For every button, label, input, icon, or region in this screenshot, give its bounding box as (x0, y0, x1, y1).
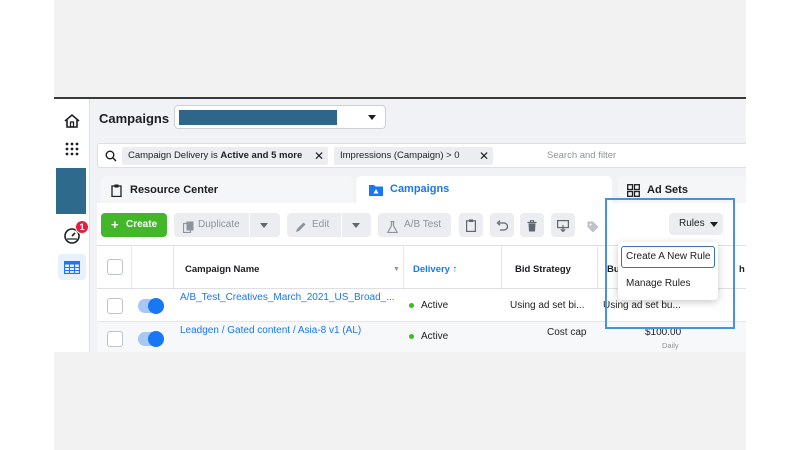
chevron-down-icon[interactable] (352, 223, 360, 228)
trash-icon (527, 218, 537, 242)
tag-button[interactable] (581, 213, 605, 237)
budget-period: Daily (662, 341, 679, 350)
grid-menu-icon[interactable] (54, 133, 90, 165)
plus-icon: + (111, 217, 119, 232)
duplicate-icon (182, 219, 194, 243)
tab-label: Ad Sets (647, 184, 688, 196)
tab-label: Campaigns (390, 183, 450, 195)
filter-chip-text: Campaign Delivery is (128, 150, 221, 161)
chevron-down-icon[interactable] (260, 223, 268, 228)
campaign-toggle[interactable] (138, 298, 164, 314)
column-delivery[interactable]: Delivery ↑ (413, 264, 457, 275)
search-filter-bar[interactable]: Campaign Delivery is Active and 5 more ✕… (97, 143, 746, 168)
campaign-toggle[interactable] (138, 331, 164, 347)
highlight-annotation (605, 198, 735, 329)
export-icon (557, 218, 570, 242)
search-input[interactable]: Search and filter (547, 150, 616, 161)
filter-chip-delivery[interactable]: Campaign Delivery is Active and 5 more ✕ (122, 147, 328, 165)
sort-caret-icon[interactable]: ▼ (393, 266, 400, 273)
undo-button[interactable] (490, 213, 514, 237)
campaigns-table-icon[interactable] (58, 254, 86, 280)
beaker-icon (386, 219, 399, 243)
delete-button[interactable] (520, 213, 544, 237)
undo-icon (496, 218, 509, 242)
campaigns-folder-icon (369, 184, 383, 199)
ab-test-button-label: A/B Test (404, 219, 442, 230)
tag-icon (587, 219, 599, 243)
report-button[interactable] (459, 213, 483, 237)
edit-button[interactable]: Edit (287, 213, 371, 237)
bid-strategy-value: Using ad set bi... (510, 300, 585, 311)
chevron-down-icon (368, 115, 376, 120)
close-icon[interactable]: ✕ (479, 147, 489, 165)
account-selector[interactable] (174, 105, 386, 129)
duplicate-button-label: Duplicate (198, 219, 240, 230)
status-dot-icon (409, 303, 414, 308)
select-all-checkbox[interactable] (107, 259, 123, 275)
row-checkbox[interactable] (107, 298, 123, 314)
delivery-status: Active (421, 300, 449, 311)
campaign-name-link[interactable]: A/B_Test_Creatives_March_2021_US_Broad_.… (180, 292, 395, 303)
split-divider (249, 213, 250, 237)
toggle-knob (148, 331, 164, 347)
status-dot-icon (409, 334, 414, 339)
filter-chip-impressions[interactable]: Impressions (Campaign) > 0 ✕ (334, 147, 493, 165)
toggle-knob (148, 298, 164, 314)
clipboard-icon (466, 218, 477, 242)
split-divider (341, 213, 342, 237)
tab-label: Resource Center (130, 184, 219, 196)
account-name-redacted (179, 110, 337, 125)
row-checkbox[interactable] (107, 331, 123, 347)
export-button[interactable] (551, 213, 575, 237)
column-campaign-name[interactable]: Campaign Name (185, 264, 259, 275)
create-button-label: Create (126, 219, 158, 230)
campaign-name-link[interactable]: Leadgen / Gated content / Asia-8 v1 (AL) (180, 325, 361, 336)
close-icon[interactable]: ✕ (314, 147, 324, 165)
left-rail: 1 (54, 99, 90, 352)
duplicate-button[interactable]: Duplicate (174, 213, 280, 237)
tab-resource-center[interactable]: Resource Center (101, 176, 353, 206)
edit-button-label: Edit (312, 219, 330, 230)
screenshot-frame: 1 Campaigns Campaign Delivery is Active … (54, 0, 746, 450)
clipboard-icon (111, 184, 122, 200)
column-bid-strategy[interactable]: Bid Strategy (515, 264, 571, 275)
column-partial[interactable]: h (739, 264, 745, 275)
notification-badge: 1 (75, 220, 89, 234)
filter-chip-text: Impressions (Campaign) > 0 (340, 150, 460, 161)
account-avatar[interactable] (56, 168, 86, 214)
delivery-status: Active (421, 331, 449, 342)
page-title: Campaigns (99, 111, 170, 126)
filter-chip-value: Active and 5 more (220, 150, 303, 161)
pencil-icon (295, 219, 307, 243)
search-icon (105, 149, 117, 167)
create-button[interactable]: + Create (101, 213, 167, 237)
ab-test-button[interactable]: A/B Test (378, 213, 451, 237)
bid-strategy-value: Cost cap (547, 327, 587, 338)
